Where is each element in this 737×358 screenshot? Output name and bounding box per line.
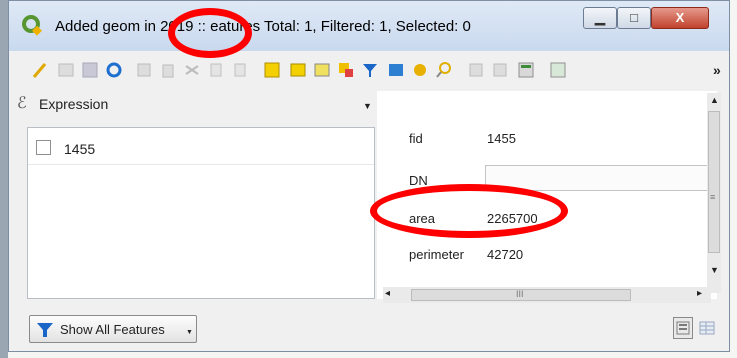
- field-label-perimeter: perimeter: [409, 247, 464, 262]
- background-map-edge: [0, 0, 8, 358]
- invert-selection-icon[interactable]: [313, 61, 331, 79]
- paste-icon[interactable]: [231, 61, 249, 79]
- field-label-fid: fid: [409, 131, 423, 146]
- add-feature-icon[interactable]: [135, 61, 153, 79]
- table-view-icon: [699, 321, 715, 335]
- delete-feature-icon[interactable]: [159, 61, 177, 79]
- grip-icon: ≡: [710, 192, 716, 202]
- hscroll-thumb[interactable]: III: [411, 289, 631, 301]
- field-value-perimeter[interactable]: 42720: [487, 247, 523, 262]
- zoom-to-selected-icon[interactable]: [411, 61, 429, 79]
- maximize-icon: □: [630, 10, 638, 25]
- scroll-right-icon[interactable]: ▸: [697, 288, 702, 299]
- annotation-circle-area: [370, 184, 568, 238]
- close-button[interactable]: X: [651, 7, 709, 29]
- list-item[interactable]: 1455: [28, 130, 374, 165]
- chevron-down-icon: ▼: [186, 329, 193, 336]
- table-view-button[interactable]: [697, 317, 717, 339]
- copy-icon[interactable]: [207, 61, 225, 79]
- expression-select-icon[interactable]: [263, 61, 281, 79]
- filter-selected-icon[interactable]: [361, 61, 379, 79]
- field-calculator-icon[interactable]: [517, 61, 535, 79]
- scroll-thumb[interactable]: ≡: [708, 111, 720, 253]
- feature-checkbox[interactable]: [36, 140, 51, 155]
- vertical-scrollbar[interactable]: ▲ ≡ ▼: [707, 93, 721, 293]
- attribute-table-window: Added geom in 2019 :: eatures Total: 1, …: [8, 0, 730, 352]
- form-view-icon: [676, 321, 690, 335]
- qgis-logo-icon: [22, 15, 42, 36]
- filter-icon: [37, 323, 53, 337]
- cut-icon[interactable]: [183, 61, 201, 79]
- move-selection-top-icon[interactable]: [337, 61, 355, 79]
- title-bar: Added geom in 2019 :: eatures Total: 1, …: [9, 1, 729, 51]
- chevron-down-icon: ▼: [363, 101, 372, 111]
- form-view-button[interactable]: [673, 317, 693, 339]
- toolbar-overflow-icon[interactable]: »: [713, 62, 721, 78]
- select-all-icon[interactable]: [289, 61, 307, 79]
- minimize-icon: ▁: [595, 10, 605, 25]
- scroll-left-icon[interactable]: ◂: [385, 288, 390, 299]
- show-all-features-label: Show All Features: [60, 322, 165, 337]
- field-value-fid[interactable]: 1455: [487, 131, 516, 146]
- feature-list: 1455: [27, 127, 375, 299]
- window-title: Added geom in 2019 :: eatures Total: 1, …: [55, 18, 471, 35]
- close-icon: X: [675, 10, 685, 25]
- scroll-up-icon[interactable]: ▲: [710, 95, 719, 105]
- scroll-down-icon[interactable]: ▼: [710, 265, 719, 275]
- reload-icon[interactable]: [105, 61, 123, 79]
- show-all-features-button[interactable]: Show All Features ▼: [29, 315, 197, 343]
- feature-id: 1455: [64, 141, 96, 157]
- zoom-map-icon[interactable]: [435, 61, 453, 79]
- toggle-editing-icon[interactable]: [31, 61, 49, 79]
- maximize-button[interactable]: □: [617, 7, 651, 29]
- horizontal-scrollbar[interactable]: ◂ III ▸: [383, 287, 711, 303]
- multi-edit-icon[interactable]: [57, 61, 75, 79]
- minimize-button[interactable]: ▁: [583, 7, 617, 29]
- save-edits-icon[interactable]: [81, 61, 99, 79]
- expression-label: Expression: [39, 96, 109, 112]
- delete-field-icon[interactable]: [491, 61, 509, 79]
- pan-to-selected-icon[interactable]: [387, 61, 405, 79]
- new-field-icon[interactable]: [467, 61, 485, 79]
- attribute-toolbar: »: [9, 51, 729, 87]
- annotation-circle-year: [168, 8, 252, 58]
- expression-dropdown[interactable]: ℰ Expression ▼: [13, 89, 377, 119]
- expression-icon: ℰ: [17, 93, 27, 112]
- conditional-formatting-icon[interactable]: [549, 61, 567, 79]
- grip-icon: III: [516, 289, 524, 299]
